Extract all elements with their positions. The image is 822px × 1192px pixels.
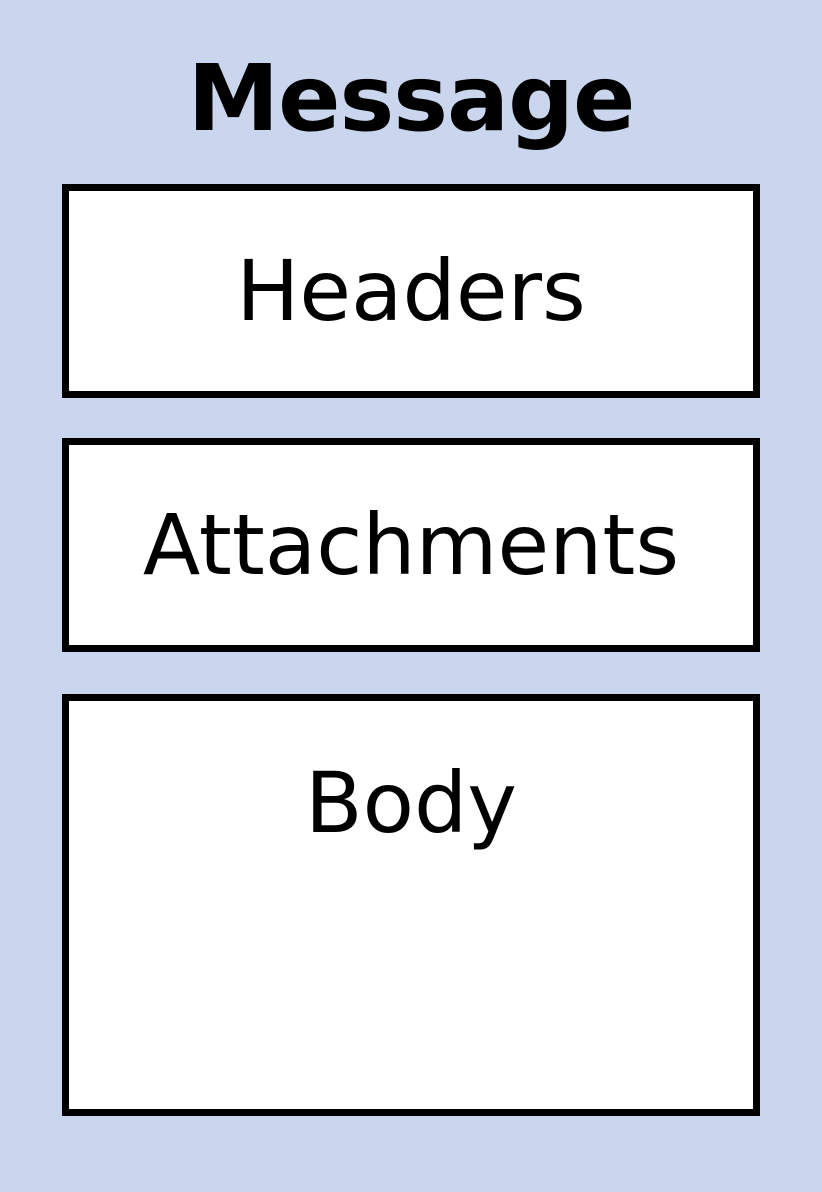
- headers-box: Headers: [62, 184, 760, 398]
- body-box: Body: [62, 694, 760, 1116]
- attachments-box: Attachments: [62, 438, 760, 652]
- diagram-title: Message: [187, 45, 636, 152]
- body-label: Body: [304, 754, 518, 852]
- attachments-label: Attachments: [142, 496, 680, 594]
- headers-label: Headers: [236, 242, 586, 340]
- message-structure-diagram: Message Headers Attachments Body: [0, 0, 822, 1192]
